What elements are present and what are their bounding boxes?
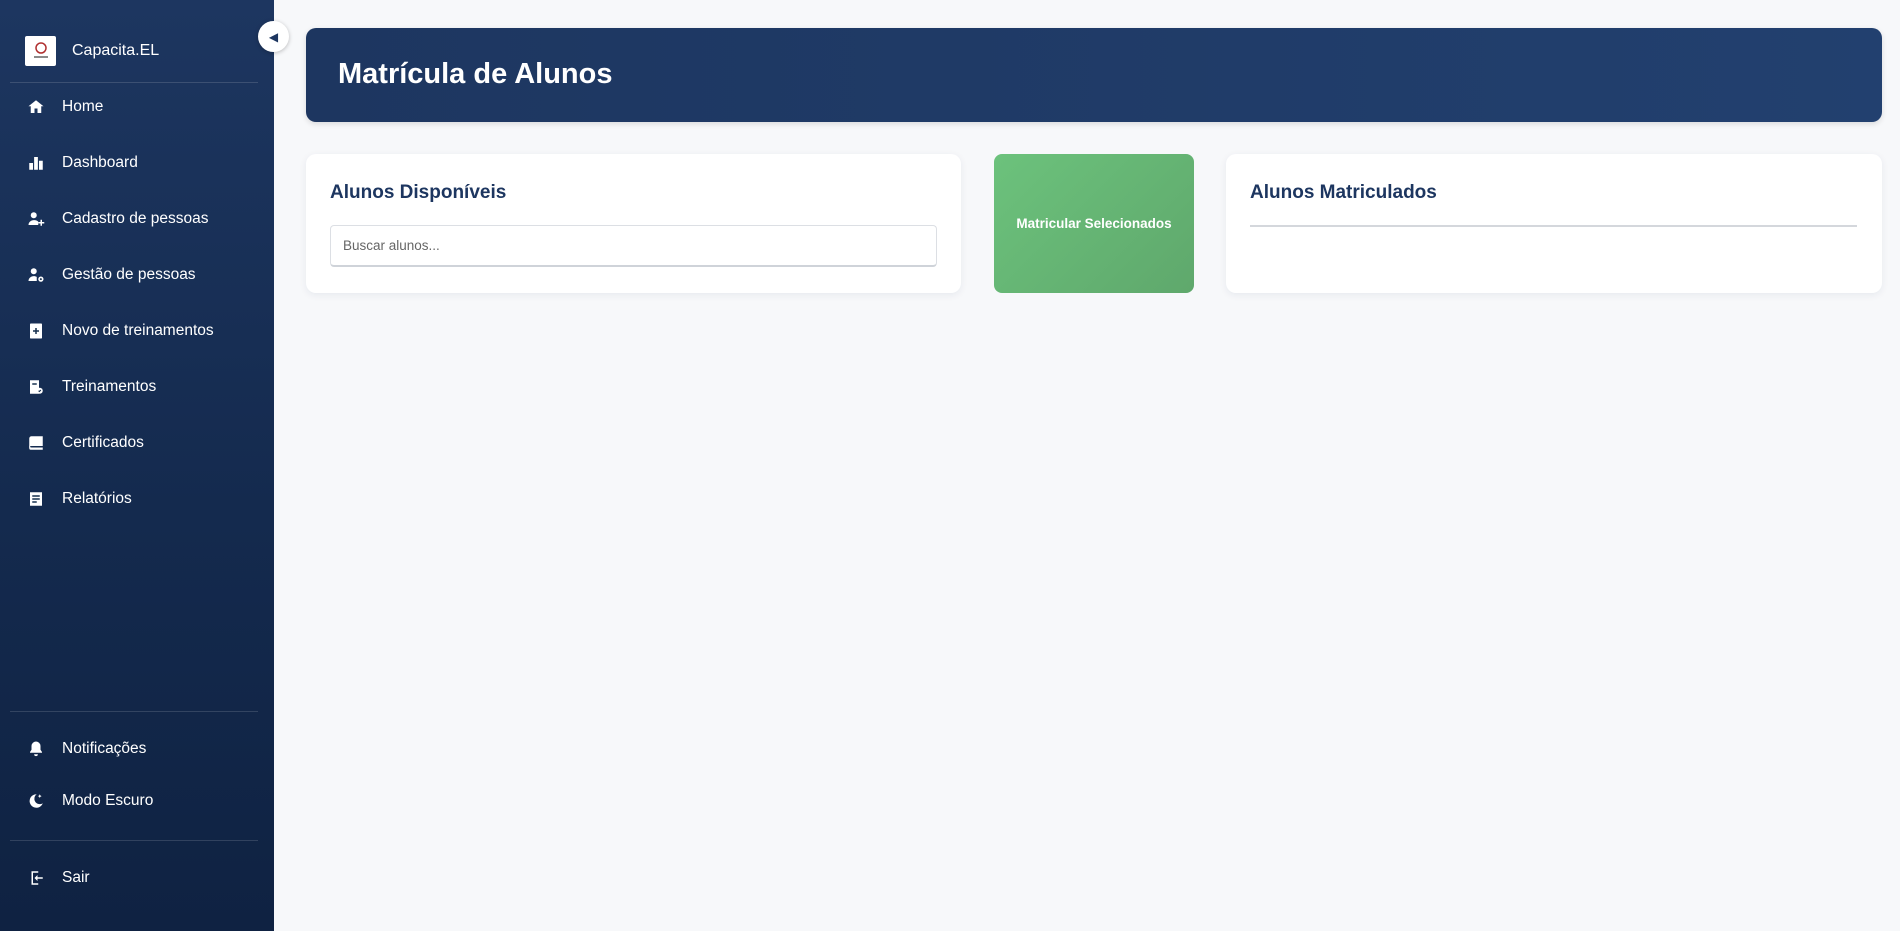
page-title: Matrícula de Alunos — [338, 58, 613, 90]
user-settings-icon — [27, 266, 45, 284]
sidebar-item-label: Cadastro de pessoas — [62, 210, 209, 227]
sidebar-divider — [10, 711, 258, 712]
sidebar-item-label: Dashboard — [62, 154, 138, 171]
sidebar-item-label: Modo Escuro — [62, 792, 154, 809]
sidebar-divider — [10, 82, 258, 83]
sidebar-item-dashboard[interactable]: Dashboard — [0, 145, 274, 181]
sidebar-item-notificacoes[interactable]: Notificações — [0, 731, 274, 767]
brand[interactable]: Capacita.EL — [25, 36, 159, 66]
enrolled-students-card: Alunos Matriculados — [1226, 154, 1882, 293]
enrolled-list-divider — [1250, 225, 1857, 227]
logout-icon — [27, 869, 45, 887]
available-students-title: Alunos Disponíveis — [330, 182, 507, 203]
company-logo-icon — [25, 36, 56, 66]
sidebar-item-cadastro-pessoas[interactable]: Cadastro de pessoas — [0, 201, 274, 237]
sidebar-item-certificados[interactable]: Certificados — [0, 425, 274, 461]
home-icon — [27, 98, 45, 116]
enrolled-students-title: Alunos Matriculados — [1250, 182, 1437, 203]
sidebar-item-label: Home — [62, 98, 104, 115]
sidebar-item-label: Notificações — [62, 740, 147, 757]
sidebar-item-home[interactable]: Home — [0, 89, 274, 125]
sidebar-item-modo-escuro[interactable]: Modo Escuro — [0, 783, 274, 819]
sidebar-item-label: Sair — [62, 869, 90, 886]
enroll-selected-button[interactable]: Matricular Selecionados — [994, 154, 1194, 293]
chevron-left-icon: ◀ — [268, 29, 279, 44]
bell-icon — [27, 740, 45, 758]
sidebar-item-label: Relatórios — [62, 490, 132, 507]
sidebar-item-label: Novo de treinamentos — [62, 322, 214, 339]
moon-icon — [27, 792, 45, 810]
sidebar-item-gestao-pessoas[interactable]: Gestão de pessoas — [0, 257, 274, 293]
sidebar-collapse-button[interactable]: ◀ — [258, 21, 289, 52]
sidebar-item-label: Gestão de pessoas — [62, 266, 196, 283]
sidebar-item-novo-treinamentos[interactable]: Novo de treinamentos — [0, 313, 274, 349]
sidebar-item-label: Treinamentos — [62, 378, 157, 395]
certificate-icon — [27, 434, 45, 452]
bar-chart-icon — [27, 154, 45, 172]
training-icon — [27, 378, 45, 396]
notebook-add-icon — [27, 322, 45, 340]
sidebar-divider — [10, 840, 258, 841]
sidebar-item-label: Certificados — [62, 434, 144, 451]
report-icon — [27, 490, 45, 508]
sidebar-item-relatorios[interactable]: Relatórios — [0, 481, 274, 517]
sidebar: Capacita.EL Home Dashboard Cadastro de p… — [0, 0, 274, 931]
page-header: Matrícula de Alunos — [306, 28, 1882, 122]
search-students-input[interactable] — [330, 225, 937, 267]
sidebar-item-treinamentos[interactable]: Treinamentos — [0, 369, 274, 405]
sidebar-item-sair[interactable]: Sair — [0, 860, 274, 896]
app-name: Capacita.EL — [72, 42, 160, 59]
available-students-card: Alunos Disponíveis — [306, 154, 961, 293]
user-add-icon — [27, 210, 45, 228]
